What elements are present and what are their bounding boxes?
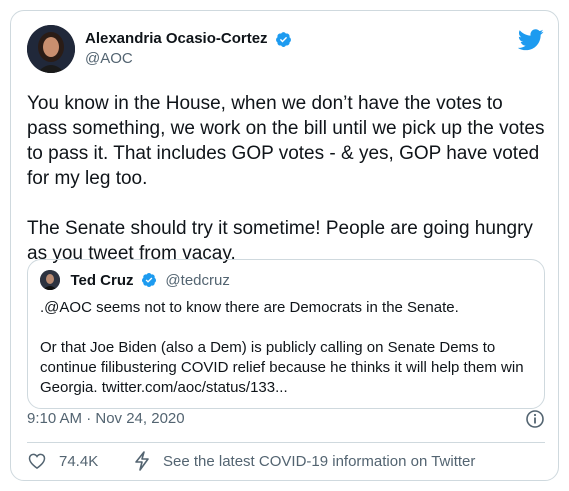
tweet-actions: 74.4K See the latest COVID-19 informatio… <box>27 451 545 473</box>
author-avatar[interactable] <box>27 25 75 73</box>
quoted-header: Ted Cruz @tedcruz <box>40 270 230 290</box>
quoted-handle: @tedcruz <box>165 271 230 289</box>
quoted-paragraph: .@AOC seems not to know there are Democr… <box>40 299 459 316</box>
covid-info-link[interactable]: See the latest COVID-19 information on T… <box>133 451 475 471</box>
lightning-icon <box>135 451 149 471</box>
tweet-meta: 9:10 AM · Nov 24, 2020 <box>27 409 545 431</box>
author-names: Alexandria Ocasio-Cortez @AOC <box>85 29 292 69</box>
tweet-card[interactable]: Alexandria Ocasio-Cortez @AOC You know i… <box>10 10 559 481</box>
timestamp-link[interactable]: 9:10 AM · Nov 24, 2020 <box>27 409 185 429</box>
author-name[interactable]: Alexandria Ocasio-Cortez <box>85 29 268 49</box>
like-count: 74.4K <box>59 452 99 470</box>
quoted-paragraph: Or that Joe Biden (also a Dem) is public… <box>40 339 524 396</box>
quoted-body: .@AOC seems not to know there are Democr… <box>40 298 535 418</box>
info-icon[interactable] <box>525 409 545 429</box>
twitter-bird-icon[interactable] <box>518 29 544 51</box>
quoted-tweet[interactable]: Ted Cruz @tedcruz .@AOC seems not to kno… <box>27 259 545 409</box>
covid-info-text: See the latest COVID-19 information on T… <box>163 452 476 470</box>
divider <box>27 442 545 443</box>
tweet-paragraph: You know in the House, when we don’t hav… <box>27 93 545 189</box>
verified-badge-icon <box>141 273 156 287</box>
quoted-avatar <box>40 270 60 290</box>
heart-icon <box>28 453 46 469</box>
tweet-header: Alexandria Ocasio-Cortez @AOC <box>27 25 544 73</box>
like-button[interactable]: 74.4K <box>27 451 98 471</box>
author-handle[interactable]: @AOC <box>85 49 292 69</box>
quoted-name: Ted Cruz <box>70 271 134 289</box>
verified-badge-icon <box>276 31 291 47</box>
